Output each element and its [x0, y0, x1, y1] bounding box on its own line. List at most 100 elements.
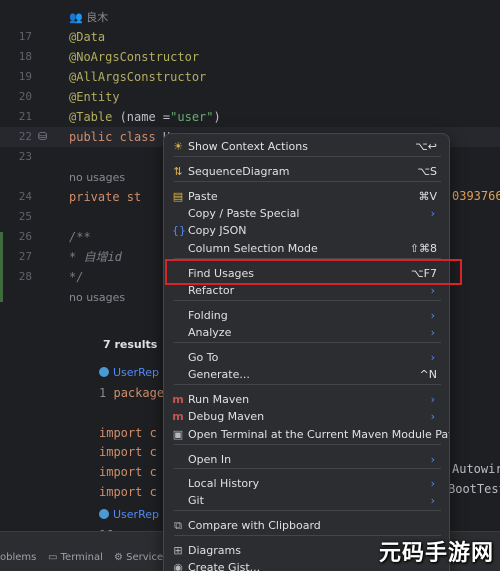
menu-item-folding[interactable]: Folding › [170, 307, 443, 324]
menu-item-sequencediagram[interactable]: ⇅ SequenceDiagram ⌥S [170, 163, 443, 180]
code-line[interactable]: 21 @Table (name ="user") [0, 107, 500, 127]
menu-item-label: Folding [188, 309, 228, 322]
submenu-arrow-icon: › [430, 207, 435, 220]
code-text: 👥 良木 [69, 11, 109, 24]
menu-item-debug-maven[interactable]: m Debug Maven › [170, 408, 443, 425]
code-text: @NoArgsConstructor [69, 50, 200, 64]
menu-item-label: Go To [188, 351, 219, 364]
gist-icon: ◉ [173, 561, 183, 571]
submenu-arrow-icon: › [430, 309, 435, 322]
line-number: 19 [18, 70, 32, 83]
shortcut-label: ^N [419, 368, 437, 381]
menu-item-label: Generate... [188, 368, 250, 381]
code-text: @AllArgsConstructor [69, 70, 207, 84]
code-text: @Table (name ="user") [69, 110, 221, 124]
menu-item-local-history[interactable]: Local History › [170, 475, 443, 492]
usage-line-row[interactable]: import c [99, 442, 157, 462]
usage-line-row[interactable]: import c [99, 482, 157, 502]
usage-file-row[interactable]: UserRep [99, 362, 159, 382]
code-line[interactable]: 👥 良木 [0, 7, 500, 27]
menu-item-label: Column Selection Mode [188, 242, 318, 255]
terminal-icon: ▭ [48, 552, 61, 563]
usage-file-row[interactable]: UserRep [99, 504, 159, 524]
watermark: 元码手游网 [378, 541, 494, 566]
menu-separator [174, 181, 441, 182]
maven-icon: m [172, 393, 184, 406]
line-number: 20 [18, 90, 32, 103]
usage-line-row[interactable]: import c [99, 423, 157, 443]
menu-item-open-in[interactable]: Open In › [170, 451, 443, 468]
code-line[interactable]: 19 @AllArgsConstructor [0, 67, 500, 87]
menu-item-git[interactable]: Git › [170, 492, 443, 509]
tool-terminal[interactable]: ▭ Terminal [48, 552, 103, 563]
code-text: public class U [69, 130, 170, 144]
database-gutter-icon[interactable]: ⛁ [38, 127, 47, 147]
json-icon: {} [172, 224, 186, 237]
menu-item-label: Show Context Actions [188, 140, 308, 153]
shortcut-label: ⇧⌘8 [409, 242, 437, 255]
menu-separator [174, 156, 441, 157]
line-number: 23 [18, 150, 32, 163]
menu-item-run-maven[interactable]: m Run Maven › [170, 391, 443, 408]
menu-separator [174, 342, 441, 343]
menu-item-go-to[interactable]: Go To › [170, 349, 443, 366]
compare-icon: ⧉ [174, 519, 182, 532]
line-number: 22 [18, 130, 32, 143]
code-text: @Data [69, 30, 106, 44]
menu-item-column-selection-mode[interactable]: Column Selection Mode ⇧⌘8 [170, 240, 443, 257]
menu-separator [174, 444, 441, 445]
menu-item-label: Open In [188, 453, 232, 466]
class-file-icon [99, 509, 109, 519]
tool-services[interactable]: ⚙ Service [114, 552, 163, 563]
menu-item-open-terminal-at-the-current-maven-module-path[interactable]: ▣ Open Terminal at the Current Maven Modu… [170, 426, 449, 443]
tool-problems[interactable]: oblems [0, 552, 36, 563]
submenu-arrow-icon: › [430, 351, 435, 364]
diagrams-icon: ⊞ [173, 544, 183, 557]
menu-separator [174, 510, 441, 511]
lightbulb-icon: ☀ [173, 140, 183, 153]
menu-item-label: Create Gist... [188, 561, 261, 571]
context-menu: ☀ Show Context Actions ⌥↩ ⇅ SequenceDiagram ⌥… [163, 133, 450, 571]
class-file-icon [99, 367, 109, 377]
menu-item-paste[interactable]: ▤ Paste ⌘V [170, 188, 443, 205]
usage-line-row[interactable]: import c [99, 462, 157, 482]
services-icon: ⚙ [114, 552, 127, 563]
code-line[interactable]: 20 @Entity [0, 87, 500, 107]
code-text: no usages [69, 171, 126, 184]
preview-code-fragment: BootTest [448, 482, 500, 496]
menu-item-generate[interactable]: Generate... ^N [170, 366, 443, 383]
menu-item-copy-paste-special[interactable]: Copy / Paste Special › [170, 205, 443, 222]
code-text: @Entity [69, 90, 120, 104]
menu-item-copy-json[interactable]: {} Copy JSON [170, 222, 443, 239]
menu-item-label: Git [188, 494, 204, 507]
menu-separator [174, 384, 441, 385]
menu-separator [174, 300, 441, 301]
submenu-arrow-icon: › [430, 494, 435, 507]
submenu-arrow-icon: › [430, 393, 435, 406]
submenu-arrow-icon: › [430, 410, 435, 423]
code-text: */ [69, 270, 84, 284]
code-text: /** [69, 230, 91, 244]
usage-line-row[interactable]: 1 package [99, 383, 164, 403]
menu-item-label: Paste [188, 190, 218, 203]
panel-left-strip [0, 331, 95, 532]
menu-item-compare-with-clipboard[interactable]: ⧉ Compare with Clipboard [170, 517, 443, 534]
results-count: 7 results [103, 338, 158, 351]
line-number: 17 [18, 30, 32, 43]
code-line[interactable]: 18 @NoArgsConstructor [0, 47, 500, 67]
menu-item-label: SequenceDiagram [188, 165, 290, 178]
menu-item-label: Local History [188, 477, 260, 490]
menu-item-show-context-actions[interactable]: ☀ Show Context Actions ⌥↩ [170, 138, 443, 155]
code-line[interactable]: 17 @Data [0, 27, 500, 47]
menu-separator [174, 468, 441, 469]
code-text: * 自增id [69, 250, 122, 264]
find-usages-highlight-box [165, 259, 462, 285]
diagram-icon: ⇅ [173, 165, 183, 178]
menu-item-label: Copy / Paste Special [188, 207, 300, 220]
preview-code-fragment: Autowir [452, 462, 500, 476]
maven-debug-icon: m [172, 410, 184, 423]
menu-item-label: Debug Maven [188, 410, 265, 423]
menu-item-analyze[interactable]: Analyze › [170, 324, 443, 341]
shortcut-label: ⌥↩ [415, 140, 437, 153]
line-number: 27 [18, 250, 32, 263]
